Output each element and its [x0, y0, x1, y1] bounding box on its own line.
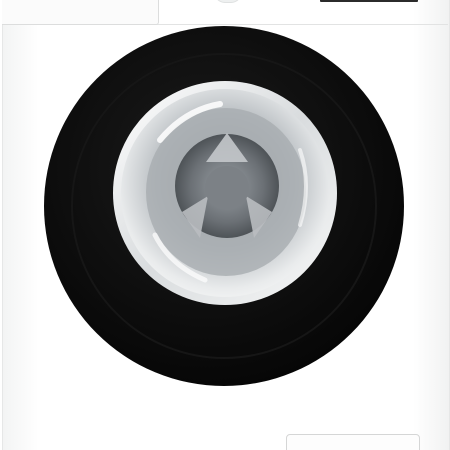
- service-filter-panel[interactable]: [286, 434, 420, 450]
- drum-hub: [205, 166, 249, 210]
- washing-machine-scene: [0, 0, 450, 450]
- washer-door-icon[interactable]: [0, 0, 450, 450]
